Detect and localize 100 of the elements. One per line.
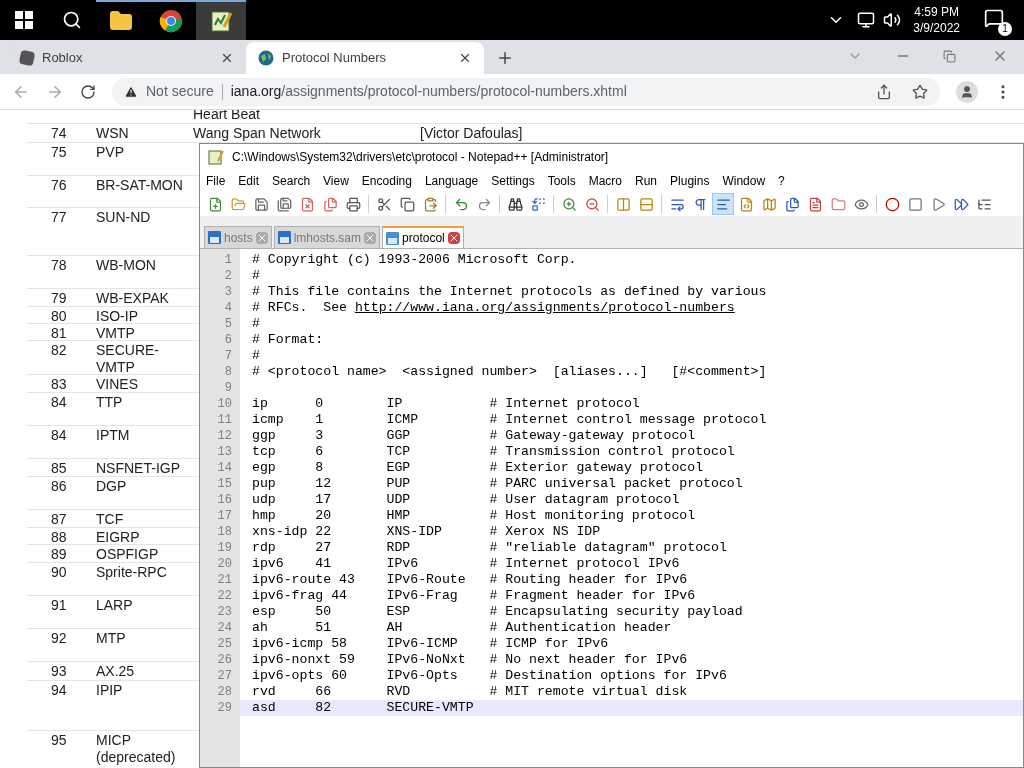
protocol-alias: EGP — [386, 460, 412, 476]
table-cell-text: ISO-IP — [96, 307, 139, 323]
menu-item[interactable]: Run — [635, 172, 658, 190]
folder-icon — [830, 196, 846, 212]
table-cell-text: IPIP — [96, 681, 124, 700]
folder-icon — [109, 9, 133, 33]
protocol-comment: # MIT remote virtual disk — [489, 684, 688, 700]
protocol-name: egp — [252, 460, 277, 476]
taskbar-app-button[interactable] — [196, 0, 246, 40]
protocol-alias: IP — [386, 396, 404, 412]
protocol-number: 50 — [315, 604, 332, 620]
menu-item[interactable]: File — [206, 172, 226, 190]
protocol-name: esp — [252, 604, 277, 620]
notification-icon[interactable] — [984, 8, 1004, 28]
menu-item[interactable]: Search — [272, 172, 311, 190]
table-cell-text: 90 — [51, 563, 68, 582]
table-cell-text: 74 — [51, 124, 68, 142]
menu-item[interactable]: Window — [722, 172, 766, 190]
browser-tab[interactable]: Protocol Numbers — [246, 42, 484, 74]
menu-item[interactable]: Language — [424, 172, 479, 190]
windows-logo-icon[interactable] — [15, 11, 33, 29]
protocol-number: 51 — [315, 620, 332, 636]
search-icon — [62, 10, 82, 30]
profile-icon[interactable] — [956, 80, 978, 103]
protocol-alias: UDP — [386, 492, 412, 508]
url-text: iana.org/assignments/protocol-numbers/protocol-numbers.xhtml — [230, 82, 627, 101]
menu-item[interactable]: Edit — [238, 172, 260, 190]
protocol-name: pup — [252, 476, 277, 492]
protocol-alias: RDP — [386, 540, 412, 556]
bookmark-icon[interactable] — [912, 83, 928, 100]
code-line: # — [252, 268, 260, 284]
menu-item[interactable]: View — [323, 172, 349, 190]
share-icon[interactable] — [876, 83, 892, 100]
network-icon[interactable] — [857, 11, 876, 29]
restore-icon[interactable] — [943, 50, 956, 63]
tab-title: Protocol Numbers — [282, 49, 388, 68]
protocol-number: 27 — [315, 540, 332, 556]
window-title: C:\Windows\System32\drivers\etc\protocol - Notepad++ [Administrator] — [232, 149, 609, 166]
table-cell-text: 89 — [51, 545, 68, 562]
protocol-number: 1 — [315, 412, 324, 428]
volume-icon[interactable] — [883, 11, 902, 29]
close-icon[interactable] — [447, 232, 460, 244]
close-icon[interactable] — [458, 51, 472, 65]
protocol-alias: ICMP — [386, 412, 420, 428]
reload-icon[interactable] — [80, 83, 96, 100]
menu-item[interactable]: Plugins — [670, 172, 710, 190]
protocol-comment: # User datagram protocol — [489, 492, 680, 508]
close-icon[interactable] — [220, 51, 234, 65]
editor-area[interactable] — [200, 248, 1023, 767]
table-cell-text: 79 — [51, 289, 68, 306]
protocol-number: 12 — [315, 476, 332, 492]
open-folder-icon — [230, 196, 246, 212]
table-cell-text: 76 — [51, 176, 68, 195]
code-line: # This file contains the Internet protocols as defined by various — [252, 284, 767, 300]
protocol-name: hmp — [252, 508, 277, 524]
protocol-comment: # Internet control message protocol — [489, 412, 767, 428]
table-cell-text: 86 — [51, 477, 68, 496]
menu-item[interactable]: Macro — [588, 172, 622, 190]
pilcrow-icon — [692, 196, 708, 212]
protocol-number: 3 — [315, 428, 324, 444]
table-cell-text: 80 — [51, 307, 68, 323]
protocol-name: rdp — [252, 540, 277, 556]
protocol-number: 59 — [339, 652, 355, 668]
protocol-number: 6 — [315, 444, 324, 460]
table-cell-text: SUN-ND — [96, 208, 152, 227]
protocol-alias: TCP — [386, 444, 412, 460]
protocol-alias: XNS-IDP — [386, 524, 443, 540]
protocol-comment: # ICMP for IPv6 — [489, 636, 609, 652]
menu-item[interactable]: Encoding — [361, 172, 412, 190]
copy-icon — [399, 196, 415, 212]
protocol-name: xns-idp — [252, 524, 309, 540]
protocol-alias: IPv6-ICMP — [386, 636, 459, 652]
new-tab-icon[interactable] — [496, 49, 514, 67]
table-cell-text: AX.25 — [96, 662, 136, 680]
code-line: # RFCs. See http://www.iana.org/assignments/protocol-numbers — [252, 300, 735, 316]
menu-item[interactable]: ? — [778, 172, 785, 190]
code-line: # <protocol name> <assigned number> [aliases...] [#<comment>] — [252, 364, 767, 380]
protocol-alias: IPv6-Opts — [386, 668, 459, 684]
table-cell-text: 91 — [51, 596, 68, 615]
clock-date: 3/9/2022 — [913, 20, 960, 36]
protocol-number: 0 — [315, 396, 324, 412]
clock-time: 4:59 PM — [914, 4, 959, 20]
protocol-number: 8 — [315, 460, 324, 476]
protocol-comment: # Xerox NS IDP — [489, 524, 601, 540]
table-cell-text: Heart Beat — [193, 110, 261, 123]
table-cell-text: DGP — [96, 477, 128, 496]
play-icon — [930, 196, 946, 212]
address-bar[interactable]: Not secure iana.org/assignments/protocol-numbers/protocol-numbers.xhtml — [112, 77, 940, 106]
protocol-name: tcp — [252, 444, 277, 460]
protocol-name: ipv6-frag — [252, 588, 325, 604]
stop-icon — [907, 196, 923, 212]
menu-item[interactable]: Tools — [547, 172, 576, 190]
document-map-icon — [761, 196, 777, 212]
protocol-number: 44 — [331, 588, 347, 604]
menu-item[interactable]: Settings — [491, 172, 535, 190]
table-cell-text: 88 — [51, 528, 68, 544]
file-tab[interactable]: protocol — [382, 226, 464, 248]
code-link[interactable]: http://www.iana.org/assignments/protocol-numbers — [354, 300, 735, 315]
table-cell-text: WB-MON — [96, 256, 157, 275]
protocol-alias: IPv6-Frag — [386, 588, 459, 604]
